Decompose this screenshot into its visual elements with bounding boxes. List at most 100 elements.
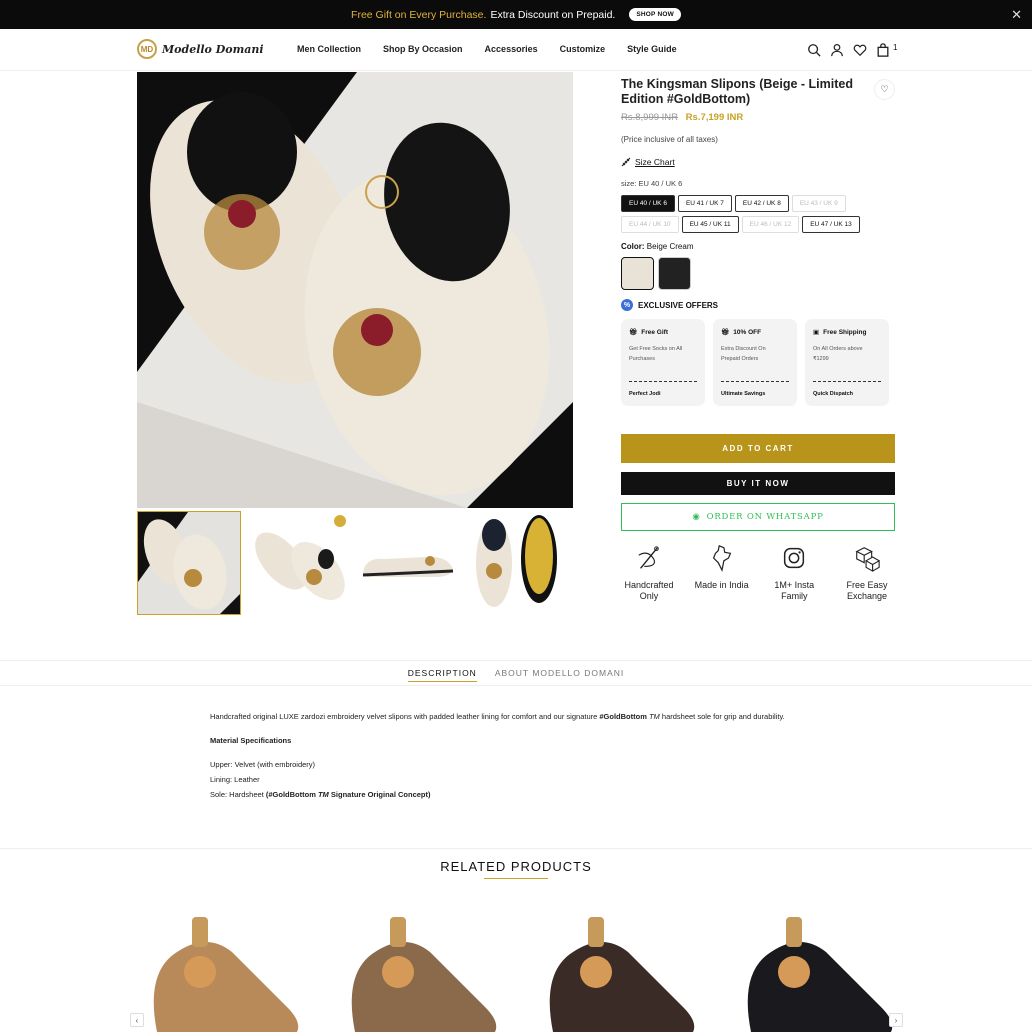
- tab-description[interactable]: DESCRIPTION: [407, 661, 477, 687]
- old-price: Rs.8,999 INR: [621, 112, 679, 123]
- spec-heading: Material Specifications: [210, 736, 292, 745]
- next-arrow-icon[interactable]: ›: [889, 1013, 903, 1027]
- feature-insta: 1M+ Insta Family: [762, 543, 826, 602]
- related-product-card[interactable]: [533, 912, 703, 1032]
- size-option[interactable]: EU 43 / UK 9: [791, 195, 846, 212]
- related-products: RELATED PRODUCTS: [0, 848, 1032, 879]
- offer-title: Free Shipping: [823, 328, 867, 336]
- related-product-card[interactable]: [731, 912, 901, 1032]
- related-heading: RELATED PRODUCTS: [440, 859, 592, 874]
- thumbnail-2[interactable]: [246, 511, 350, 615]
- announcement-white-text: Extra Discount on Prepaid.: [490, 8, 616, 21]
- offer-desc: Get Free Socks on All Purchases: [629, 346, 683, 362]
- exchange-boxes-icon: [855, 547, 881, 573]
- related-product-card[interactable]: [137, 912, 307, 1032]
- spec-lining: Lining: Leather: [210, 775, 260, 784]
- site-header: MD Modello Domani Men Collection Shop By…: [0, 29, 1032, 71]
- nav-men-collection[interactable]: Men Collection: [297, 44, 361, 54]
- color-swatches: [621, 257, 895, 290]
- cart-count: 1: [893, 42, 898, 52]
- prev-arrow-icon[interactable]: ‹: [130, 1013, 144, 1027]
- nav-customize[interactable]: Customize: [560, 44, 606, 54]
- add-to-cart-button[interactable]: ADD TO CART: [621, 434, 895, 463]
- gift-icon: 🎁︎: [629, 329, 638, 336]
- thumbnail-strip: [137, 511, 568, 615]
- spec-upper: Upper: Velvet (with embroidery): [210, 760, 316, 769]
- size-option[interactable]: EU 41 / UK 7: [677, 195, 732, 212]
- logo-text: Modello Domani: [162, 42, 264, 56]
- wishlist-heart-icon[interactable]: ♡: [874, 79, 895, 100]
- product-title: The Kingsman Slipons (Beige - Limited Ed…: [621, 77, 853, 106]
- feature-handcrafted: Handcrafted Only: [617, 543, 681, 602]
- product-tabs: DESCRIPTION ABOUT MODELLO DOMANI: [0, 660, 1032, 686]
- size-option[interactable]: EU 40 / UK 6: [621, 195, 675, 212]
- logo[interactable]: MD Modello Domani: [137, 39, 264, 59]
- offer-desc: Extra Discount On Prepaid Orders: [721, 346, 766, 362]
- nav-accessories[interactable]: Accessories: [485, 44, 538, 54]
- main-product-image[interactable]: [137, 72, 573, 508]
- feature-made-in-india: Made in India: [690, 543, 754, 602]
- offers-heading: % EXCLUSIVE OFFERS: [621, 299, 895, 311]
- shop-now-button[interactable]: SHOP NOW: [629, 8, 681, 21]
- size-chart-label: Size Chart: [635, 157, 675, 167]
- needle-thread-icon: [638, 546, 659, 569]
- swatch-black[interactable]: [658, 257, 691, 290]
- thumbnail-4[interactable]: [464, 511, 568, 615]
- product-info: The Kingsman Slipons (Beige - Limited Ed…: [621, 77, 895, 406]
- india-map-icon: [712, 545, 731, 572]
- size-option[interactable]: EU 44 / UK 10: [621, 216, 679, 233]
- color-value: Beige Cream: [646, 242, 694, 251]
- feature-label: Made in India: [694, 580, 749, 590]
- offer-title: 10% OFF: [733, 328, 762, 336]
- related-product-card[interactable]: [335, 912, 505, 1032]
- color-label: Color: Beige Cream: [621, 242, 895, 251]
- wishlist-icon[interactable]: [853, 43, 867, 57]
- price-row: Rs.8,999 INR Rs.7,199 INR: [621, 112, 895, 123]
- color-label-key: Color:: [621, 242, 645, 251]
- offer-card: 🎁︎ 10% OFF Extra Discount On Prepaid Orde…: [713, 319, 797, 406]
- offer-card: ▣ Free Shipping On All Orders above ₹1299…: [805, 319, 889, 406]
- offers-heading-text: EXCLUSIVE OFFERS: [638, 300, 719, 310]
- thumbnail-1[interactable]: [137, 511, 241, 615]
- offer-footer: Perfect Jodi: [629, 391, 661, 397]
- nav-style-guide[interactable]: Style Guide: [627, 44, 677, 54]
- tab-about[interactable]: ABOUT MODELLO DOMANI: [495, 661, 624, 687]
- size-options: EU 40 / UK 6 EU 41 / UK 7 EU 42 / UK 8 E…: [621, 195, 881, 233]
- description-intro: Handcrafted original LUXE zardozi embroi…: [210, 712, 785, 721]
- logo-mark: MD: [137, 39, 157, 59]
- feature-label: 1M+ Insta Family: [774, 580, 815, 601]
- feature-label: Handcrafted Only: [624, 580, 674, 601]
- size-option[interactable]: EU 47 / UK 13: [802, 216, 860, 233]
- search-icon[interactable]: [807, 43, 821, 57]
- feature-exchange: Free Easy Exchange: [835, 543, 899, 602]
- offer-card: 🎁︎ Free Gift Get Free Socks on All Purcha…: [621, 319, 705, 406]
- whatsapp-label: ORDER ON WHATSAPP: [706, 512, 824, 522]
- feature-label: Free Easy Exchange: [846, 580, 888, 601]
- discount-badge-icon: %: [621, 299, 633, 311]
- offer-footer: Quick Dispatch: [813, 391, 854, 397]
- offer-desc: On All Orders above ₹1299: [813, 346, 863, 362]
- main-nav: Men Collection Shop By Occasion Accessor…: [297, 44, 677, 54]
- thumbnail-3[interactable]: [355, 511, 459, 615]
- main-product-illustration: [137, 72, 573, 508]
- offer-cards: 🎁︎ Free Gift Get Free Socks on All Purcha…: [621, 319, 895, 406]
- size-chart-link[interactable]: Size Chart: [621, 157, 895, 167]
- size-option[interactable]: EU 42 / UK 8: [734, 195, 789, 212]
- offer-footer: Ultimate Savings: [721, 391, 766, 397]
- announcement-gold-text: Free Gift on Every Purchase.: [351, 8, 487, 21]
- swatch-beige[interactable]: [621, 257, 654, 290]
- buy-now-button[interactable]: BUY IT NOW: [621, 472, 895, 495]
- size-option[interactable]: EU 46 / UK 12: [741, 216, 800, 233]
- related-product-list: [137, 912, 901, 1032]
- nav-shop-by-occasion[interactable]: Shop By Occasion: [383, 44, 463, 54]
- close-icon[interactable]: ✕: [1011, 7, 1022, 23]
- whatsapp-icon: ◉: [692, 512, 701, 522]
- whatsapp-order-button[interactable]: ◉ ORDER ON WHATSAPP: [621, 503, 895, 531]
- cart-icon[interactable]: [876, 43, 890, 57]
- account-icon[interactable]: [830, 43, 844, 57]
- offer-title: Free Gift: [641, 328, 668, 336]
- spec-sole: Sole: Hardsheet (#GoldBottom TM Signatur…: [210, 790, 431, 799]
- header-icons: 1: [807, 43, 897, 57]
- selected-size-label: size: EU 40 / UK 6: [621, 179, 683, 188]
- size-option[interactable]: EU 45 / UK 11: [681, 216, 739, 233]
